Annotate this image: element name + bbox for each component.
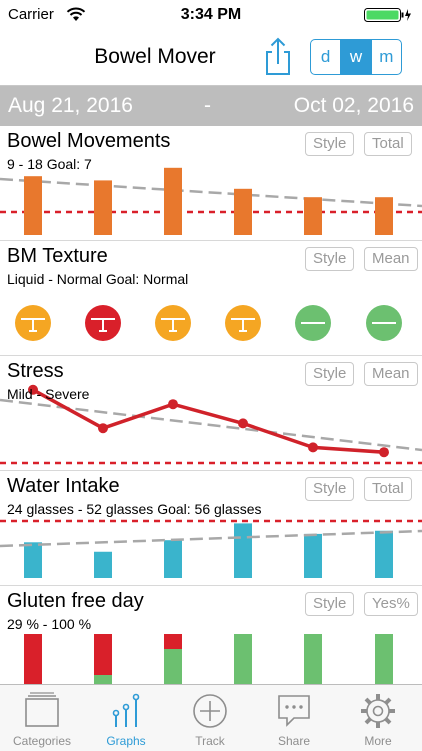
yes-percent-button[interactable]: Yes% (364, 592, 418, 616)
status-bar: Carrier 3:34 PM (0, 0, 422, 30)
texture-point (366, 305, 402, 341)
stacked-bar (375, 634, 393, 684)
section-subtitle: 24 glasses - 52 glasses Goal: 56 glasses (7, 501, 262, 517)
section-title: BM Texture (7, 245, 108, 267)
bar (304, 533, 322, 578)
bar (94, 551, 112, 578)
water-trend-line (0, 529, 422, 548)
gear-icon (361, 694, 395, 728)
tab-track[interactable]: Track (168, 685, 252, 751)
section-title: Stress (7, 360, 64, 382)
share-icon[interactable] (262, 36, 294, 76)
section-subtitle: 29 % - 100 % (7, 616, 92, 632)
stacked-bar (304, 634, 322, 684)
bar (375, 530, 393, 578)
end-date[interactable]: Oct 02, 2016 (294, 94, 414, 118)
segment-day[interactable]: d (311, 40, 342, 74)
bar (164, 167, 182, 235)
graphs-icon (112, 693, 140, 727)
segment-week[interactable]: w (341, 40, 372, 74)
texture-point (295, 305, 331, 341)
bowel-movements-panel[interactable]: Bowel Movements 9 - 18 Goal: 7 Style Tot… (0, 126, 422, 241)
bar (375, 197, 393, 235)
bm-texture-panel[interactable]: BM Texture Liquid - Normal Goal: Normal … (0, 241, 422, 356)
navigation-bar: Bowel Mover d w m (0, 30, 422, 86)
tab-more[interactable]: More (336, 685, 420, 751)
bar (234, 523, 252, 578)
data-point (379, 447, 389, 458)
texture-point (155, 305, 191, 341)
tab-label: Share (277, 734, 311, 748)
stacked-bar (24, 634, 42, 684)
stacked-bar (234, 634, 252, 684)
categories-icon (25, 692, 59, 727)
total-button[interactable]: Total (364, 132, 412, 156)
tab-share[interactable]: Share (252, 685, 336, 751)
tab-label: Track (195, 734, 225, 748)
bar (24, 176, 42, 235)
data-point (238, 418, 248, 429)
total-button[interactable]: Total (364, 477, 412, 501)
segment-month[interactable]: m (372, 40, 401, 74)
gluten-free-panel[interactable]: Gluten free day 29 % - 100 % Style Yes% (0, 586, 422, 684)
date-range-bar[interactable]: Aug 21, 2016 - Oct 02, 2016 (0, 86, 422, 126)
app-title: Bowel Mover (94, 45, 216, 68)
share-chat-icon (278, 695, 310, 727)
tab-label: More (364, 734, 392, 748)
style-button[interactable]: Style (305, 477, 355, 501)
water-intake-panel[interactable]: Water Intake 24 glasses - 52 glasses Goa… (0, 471, 422, 586)
tab-label: Graphs (106, 734, 146, 748)
bar (304, 197, 322, 235)
start-date[interactable]: Aug 21, 2016 (8, 94, 133, 118)
tab-graphs[interactable]: Graphs (84, 685, 168, 751)
bar (234, 188, 252, 235)
section-title: Gluten free day (7, 590, 144, 612)
date-separator: - (204, 94, 211, 117)
style-button[interactable]: Style (305, 592, 355, 616)
period-segmented-control: d w m (310, 39, 402, 75)
tab-categories[interactable]: Categories (0, 685, 84, 751)
stress-panel[interactable]: Stress Mild - Severe Style Mean (0, 356, 422, 471)
clock-label: 3:34 PM (180, 6, 242, 23)
bar (94, 180, 112, 235)
section-title: Water Intake (7, 475, 120, 497)
section-subtitle: Liquid - Normal Goal: Normal (7, 271, 189, 287)
bar (164, 540, 182, 578)
mean-button[interactable]: Mean (364, 247, 418, 271)
battery-icon (364, 8, 411, 22)
bm-trend-line (0, 177, 422, 208)
style-button[interactable]: Style (305, 362, 355, 386)
texture-point (85, 305, 121, 341)
data-point (98, 423, 108, 434)
section-title: Bowel Movements (7, 130, 171, 152)
data-point (308, 442, 318, 453)
mean-button[interactable]: Mean (364, 362, 418, 386)
texture-point (15, 305, 51, 341)
tab-bar: Categories Graphs Track Share More (0, 684, 422, 751)
style-button[interactable]: Style (305, 247, 355, 271)
style-button[interactable]: Style (305, 132, 355, 156)
bar (24, 542, 42, 578)
section-subtitle: 9 - 18 Goal: 7 (7, 156, 92, 172)
stacked-bar (164, 634, 182, 684)
section-subtitle: Mild - Severe (7, 386, 90, 402)
tab-label: Categories (12, 734, 72, 748)
track-icon (193, 694, 227, 728)
stacked-bar (94, 634, 112, 684)
data-point (168, 399, 178, 410)
texture-point (225, 305, 261, 341)
